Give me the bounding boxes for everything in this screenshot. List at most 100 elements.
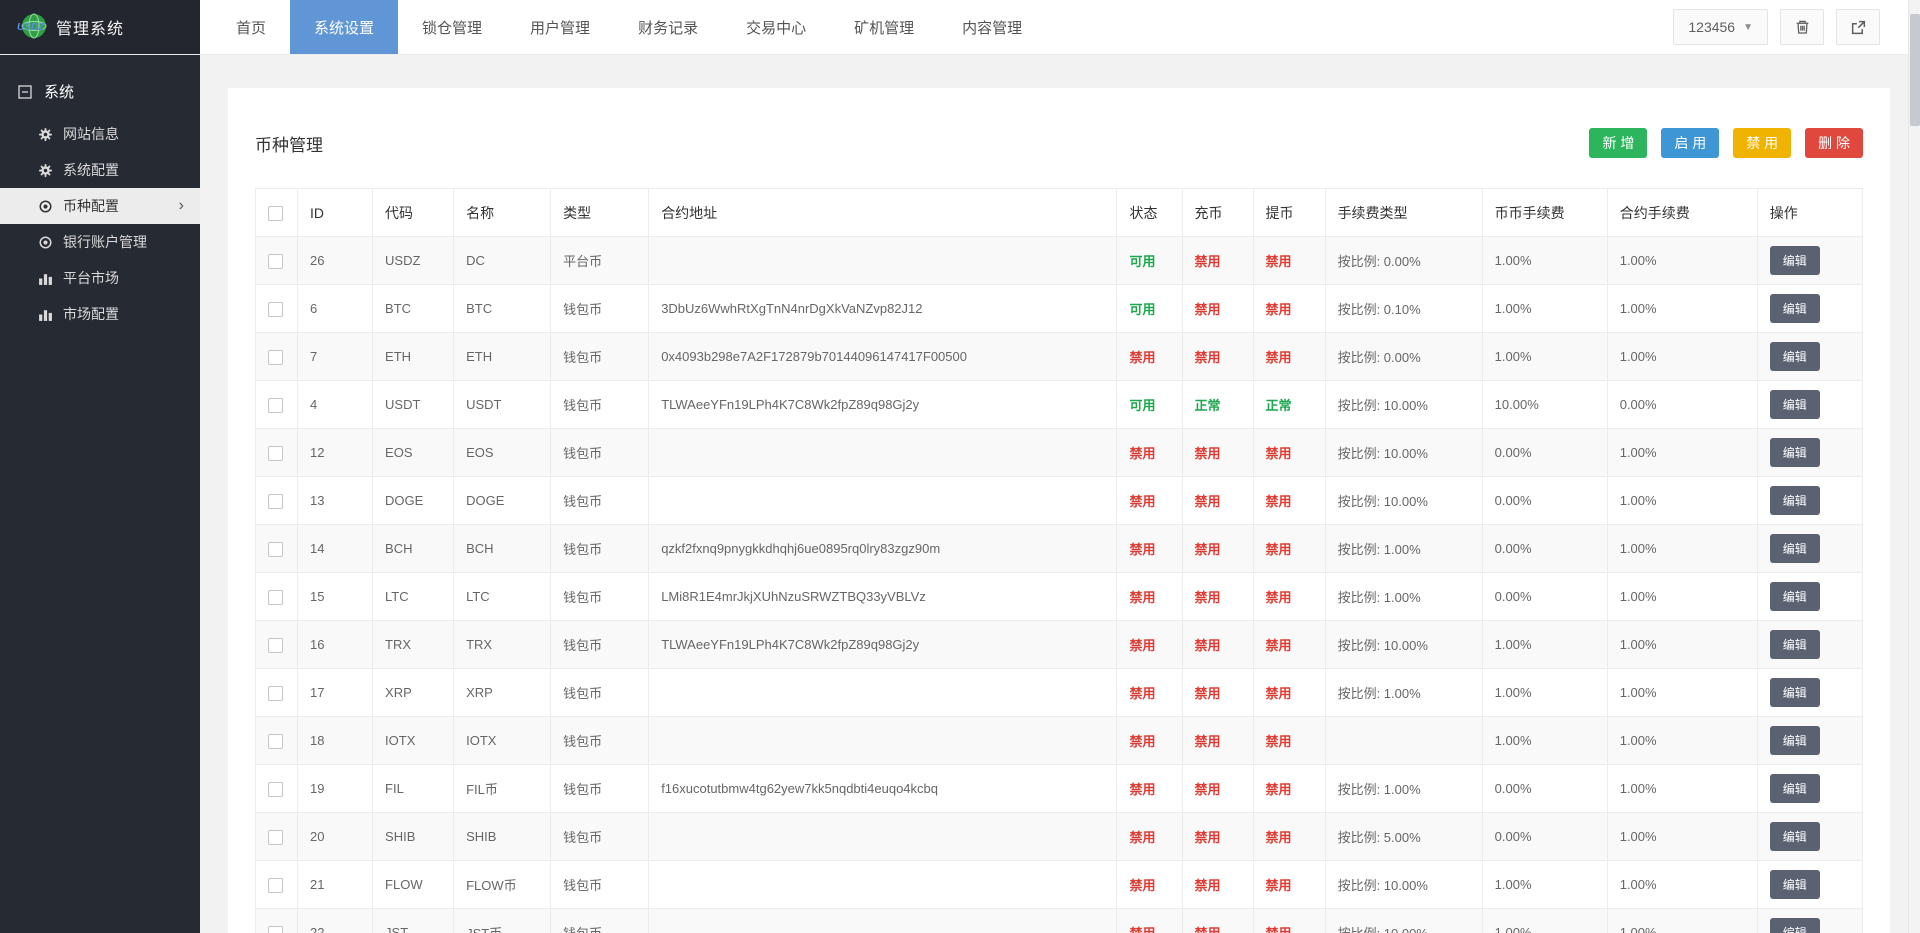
nav-item-6[interactable]: 交易中心 bbox=[722, 0, 830, 54]
row-checkbox[interactable] bbox=[268, 589, 283, 605]
row-checkbox[interactable] bbox=[268, 349, 283, 365]
cell-actions: 编辑 bbox=[1756, 812, 1864, 861]
cell-id: 15 bbox=[297, 572, 374, 621]
row-checkbox[interactable] bbox=[268, 493, 283, 509]
sidebar-section-system[interactable]: 系统 bbox=[0, 55, 200, 116]
cell-actions: 编辑 bbox=[1756, 332, 1864, 381]
nav-item-4[interactable]: 用户管理 bbox=[506, 0, 614, 54]
edit-button[interactable]: 编辑 bbox=[1769, 678, 1820, 707]
minus-square-icon bbox=[18, 84, 32, 99]
deposit-badge: 禁用 bbox=[1194, 446, 1221, 461]
deposit-badge: 禁用 bbox=[1194, 494, 1221, 509]
cell-type: 钱包币 bbox=[550, 716, 650, 765]
row-checkbox[interactable] bbox=[268, 877, 283, 893]
globe-logo-icon: USDZ bbox=[16, 11, 50, 43]
nav-item-8[interactable]: 内容管理 bbox=[938, 0, 1046, 54]
row-checkbox[interactable] bbox=[268, 541, 283, 557]
cell-actions: 编辑 bbox=[1756, 764, 1864, 813]
cell-contract-address bbox=[648, 476, 1118, 525]
edit-button[interactable]: 编辑 bbox=[1769, 486, 1820, 515]
edit-button[interactable]: 编辑 bbox=[1769, 726, 1820, 755]
cell-name: DC bbox=[453, 236, 552, 285]
row-checkbox[interactable] bbox=[268, 301, 283, 317]
row-checkbox[interactable] bbox=[268, 733, 283, 749]
deposit-badge: 禁用 bbox=[1194, 734, 1221, 749]
coin-table: ID 代码 名称 类型 合约地址 状态 充币 提币 手续费类型 币币手续费 合约手续费 操作 26 US… bbox=[254, 188, 1864, 933]
edit-button[interactable]: 编辑 bbox=[1769, 534, 1820, 563]
chevron-right-icon: › bbox=[178, 197, 184, 214]
cell-contract-fee: 1.00% bbox=[1606, 860, 1758, 909]
sidebar-item[interactable]: 网站信息 bbox=[0, 116, 200, 152]
logout-button[interactable] bbox=[1836, 9, 1880, 45]
edit-button[interactable]: 编辑 bbox=[1769, 774, 1820, 803]
row-checkbox[interactable] bbox=[268, 445, 283, 461]
action-button[interactable]: 删 除 bbox=[1805, 128, 1863, 158]
cell-name: BTC bbox=[453, 284, 552, 333]
edit-button[interactable]: 编辑 bbox=[1769, 342, 1820, 371]
edit-button[interactable]: 编辑 bbox=[1769, 822, 1820, 851]
withdraw-badge: 禁用 bbox=[1265, 878, 1292, 893]
action-button[interactable]: 启 用 bbox=[1661, 128, 1720, 158]
sidebar-item[interactable]: 平台市场 bbox=[0, 260, 200, 296]
cell-name: BCH bbox=[453, 524, 552, 573]
checkbox-cell bbox=[254, 764, 299, 813]
svg-text:USDZ: USDZ bbox=[17, 22, 45, 33]
row-checkbox[interactable] bbox=[268, 829, 283, 845]
cell-contract-address: 0x4093b298e7A2F172879b70144096147417F005… bbox=[648, 332, 1118, 381]
row-checkbox[interactable] bbox=[268, 685, 283, 701]
cell-contract-address: f16xucotutbmw4tg62yew7kk5nqdbti4euqo4kcb… bbox=[648, 764, 1118, 813]
sidebar-item[interactable]: 市场配置 bbox=[0, 296, 200, 332]
row-checkbox[interactable] bbox=[268, 397, 283, 413]
cell-status: 禁用 bbox=[1116, 524, 1183, 573]
row-checkbox[interactable] bbox=[268, 925, 283, 933]
withdraw-badge: 禁用 bbox=[1266, 926, 1292, 933]
edit-button[interactable]: 编辑 bbox=[1769, 918, 1820, 933]
column-header: ID bbox=[297, 188, 374, 237]
vertical-scrollbar[interactable] bbox=[1908, 0, 1920, 933]
cell-id: 14 bbox=[297, 524, 374, 573]
edit-button[interactable]: 编辑 bbox=[1769, 438, 1820, 467]
cell-name: EOS bbox=[453, 428, 552, 477]
top-nav: 首页 系统设置 锁仓管理 用户管理 财务记录 交易中心 矿机管理 内容管理 bbox=[212, 0, 1046, 54]
cell-type: 钱包币 bbox=[550, 860, 650, 909]
sidebar-item[interactable]: 银行账户管理 bbox=[0, 224, 200, 260]
cell-withdraw: 禁用 bbox=[1252, 524, 1326, 573]
nav-item-3[interactable]: 锁仓管理 bbox=[398, 0, 506, 54]
select-all-checkbox[interactable] bbox=[268, 205, 283, 221]
action-button[interactable]: 新 增 bbox=[1589, 128, 1648, 158]
cell-contract-fee: 1.00% bbox=[1606, 476, 1758, 525]
cell-id: 18 bbox=[297, 716, 374, 765]
row-checkbox[interactable] bbox=[268, 253, 283, 269]
row-checkbox[interactable] bbox=[268, 781, 283, 797]
cell-status: 禁用 bbox=[1116, 668, 1183, 717]
edit-button[interactable]: 编辑 bbox=[1769, 390, 1820, 419]
withdraw-badge: 禁用 bbox=[1265, 590, 1292, 605]
edit-button[interactable]: 编辑 bbox=[1769, 630, 1820, 659]
column-header: 操作 bbox=[1756, 188, 1864, 237]
table-row: 16 TRX TRX 钱包币 TLWAeeYFn19LPh4K7C8Wk2fpZ89q9… bbox=[254, 620, 1864, 669]
nav-item-1[interactable]: 首页 bbox=[212, 0, 290, 54]
scrollbar-thumb[interactable] bbox=[1910, 14, 1920, 126]
edit-button[interactable]: 编辑 bbox=[1769, 870, 1820, 899]
row-checkbox[interactable] bbox=[268, 637, 283, 653]
sidebar-item-label: 市场配置 bbox=[63, 306, 119, 322]
cell-name: DOGE bbox=[453, 476, 552, 525]
clear-cache-button[interactable] bbox=[1780, 9, 1824, 45]
cell-type: 钱包币 bbox=[550, 284, 650, 333]
sidebar-item[interactable]: 币种配置 › bbox=[0, 188, 200, 224]
logout-icon bbox=[1850, 19, 1867, 36]
cell-status: 禁用 bbox=[1116, 812, 1183, 861]
edit-button[interactable]: 编辑 bbox=[1769, 582, 1820, 611]
checkbox-cell bbox=[254, 620, 299, 669]
cell-coin-fee: 1.00% bbox=[1481, 332, 1608, 381]
sidebar-item[interactable]: 系统配置 bbox=[0, 152, 200, 188]
nav-item-7[interactable]: 矿机管理 bbox=[830, 0, 938, 54]
edit-button[interactable]: 编辑 bbox=[1769, 294, 1820, 323]
edit-button[interactable]: 编辑 bbox=[1769, 246, 1820, 275]
nav-item-5[interactable]: 财务记录 bbox=[614, 0, 722, 54]
action-button[interactable]: 禁 用 bbox=[1733, 128, 1792, 158]
deposit-badge: 禁用 bbox=[1195, 926, 1221, 933]
nav-item-2[interactable]: 系统设置 bbox=[290, 0, 399, 54]
column-header: 类型 bbox=[550, 188, 650, 237]
user-dropdown[interactable]: 123456 ▼ bbox=[1673, 9, 1768, 45]
